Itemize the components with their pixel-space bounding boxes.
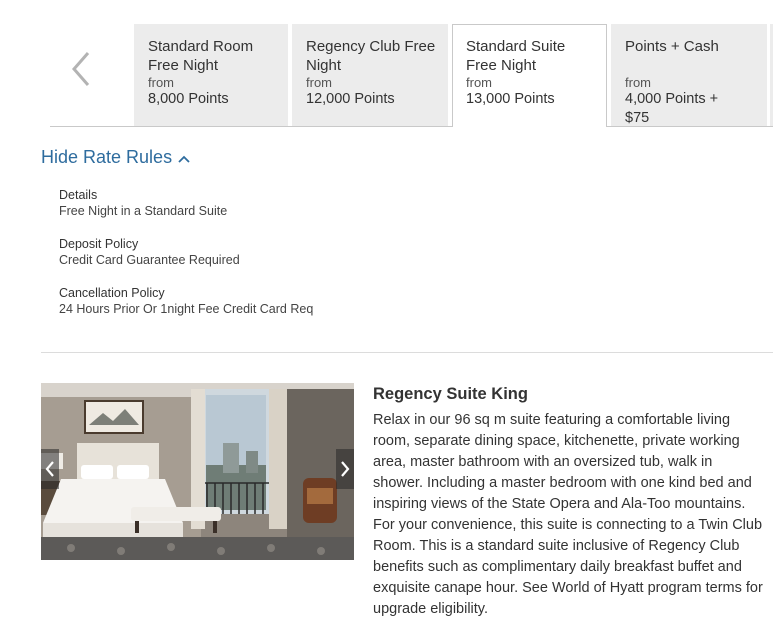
room-photo xyxy=(41,383,354,560)
rule-value: 24 Hours Prior Or 1night Fee Credit Card… xyxy=(59,302,314,316)
chevron-up-icon xyxy=(178,155,190,163)
tab-title: Standard Suite Free Night xyxy=(466,38,566,74)
hide-rate-rules-toggle[interactable]: Hide Rate Rules xyxy=(41,147,190,168)
rule-value: Free Night in a Standard Suite xyxy=(59,204,228,218)
room-title: Regency Suite King xyxy=(373,385,528,403)
tab-standard-suite-free-night[interactable]: Standard Suite Free Night from 13,000 Po… xyxy=(452,24,607,127)
room-photo-carousel[interactable] xyxy=(41,383,354,560)
room-description: Relax in our 96 sq m suite featuring a c… xyxy=(373,412,763,617)
tab-from-label: from xyxy=(466,75,492,90)
chevron-left-icon xyxy=(45,461,54,477)
tab-points-cash[interactable]: Points + Cash from 4,000 Points + $75 xyxy=(611,24,767,126)
tab-price: 13,000 Points xyxy=(466,91,555,107)
rule-details: Details Free Night in a Standard Suite xyxy=(59,187,227,219)
tab-price: 12,000 Points xyxy=(306,91,395,107)
tab-from-label: from xyxy=(306,75,332,90)
rule-value: Credit Card Guarantee Required xyxy=(59,253,240,267)
tab-title: Regency Club Free Night xyxy=(306,38,436,74)
tab-price: 4,000 Points + $75 xyxy=(625,91,719,126)
rule-label: Details xyxy=(59,188,98,202)
rule-label: Deposit Policy xyxy=(59,237,139,251)
tab-regency-club-free-night[interactable]: Regency Club Free Night from 12,000 Poin… xyxy=(292,24,448,126)
rule-deposit-policy: Deposit Policy Credit Card Guarantee Req… xyxy=(59,236,240,268)
tab-title: Standard Room Free Night xyxy=(148,38,254,74)
tab-from-label: from xyxy=(148,75,174,90)
section-divider xyxy=(41,352,773,353)
hide-rate-rules-label: Hide Rate Rules xyxy=(41,147,173,167)
chevron-left-icon xyxy=(72,52,90,86)
tab-title: Points + Cash xyxy=(625,38,719,55)
rate-tabs: Standard Room Free Night from 8,000 Poin… xyxy=(50,24,773,127)
rule-label: Cancellation Policy xyxy=(59,286,165,300)
rule-cancellation-policy: Cancellation Policy 24 Hours Prior Or 1n… xyxy=(59,285,313,317)
tab-price: 8,000 Points xyxy=(148,91,229,107)
photo-next-button[interactable] xyxy=(336,449,354,489)
tab-from-label: from xyxy=(625,75,651,90)
photo-previous-button[interactable] xyxy=(41,449,59,489)
chevron-right-icon xyxy=(341,461,350,477)
previous-rates-button[interactable] xyxy=(68,49,94,89)
tab-standard-room-free-night[interactable]: Standard Room Free Night from 8,000 Poin… xyxy=(134,24,288,126)
